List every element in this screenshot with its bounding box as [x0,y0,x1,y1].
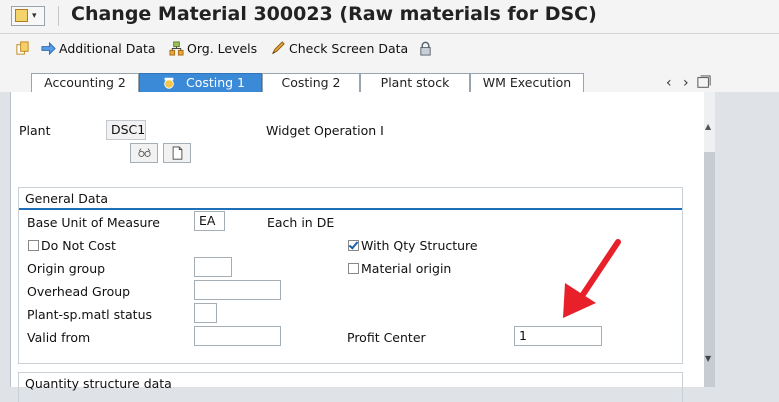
do-not-cost-label: Do Not Cost [41,238,116,253]
profit-center-field[interactable]: 1 [514,326,602,346]
costing-icon [164,77,174,89]
base-unit-description: Each in DE [267,215,335,230]
content-area: Plant DSC1 Widget Operation I General Da… [10,92,715,402]
chevron-down-icon: ▾ [32,11,37,21]
overhead-group-label: Overhead Group [27,284,131,299]
tab-plant-stock[interactable]: Plant stock [360,73,470,92]
quantity-structure-title: Quantity structure data [25,376,172,391]
valid-from-label: Valid from [27,330,91,345]
plant-label: Plant [19,123,51,138]
do-not-cost-checkbox[interactable] [28,240,39,251]
tab-list-icon[interactable] [697,75,711,89]
material-origin-label: Material origin [361,261,452,276]
check-edit-icon [271,40,285,54]
plant-field: DSC1 [106,120,146,140]
additional-data-label: Additional Data [59,40,156,56]
org-levels-button[interactable]: Org. Levels [169,39,257,57]
copy-doc-icon [16,40,29,55]
plant-description: Widget Operation I [266,123,384,138]
menu-button[interactable]: ▾ [11,6,45,26]
chevron-right-icon[interactable]: › [683,75,689,91]
additional-data-button[interactable]: Additional Data [41,39,156,57]
tab-accounting-2[interactable]: Accounting 2 [31,73,139,92]
overhead-group-field[interactable] [194,280,281,300]
with-qty-structure-label: With Qty Structure [361,238,478,253]
org-levels-label: Org. Levels [187,40,258,56]
separator [58,6,59,26]
vertical-scrollbar[interactable]: ▲ ▼ [704,92,715,387]
group-divider [19,208,682,210]
new-entry-button[interactable] [163,143,191,163]
lock-icon [420,41,431,56]
material-origin-checkbox[interactable] [348,263,359,274]
quantity-structure-group: Quantity structure data [18,372,683,402]
other-material-button[interactable] [15,39,30,57]
document-icon [172,146,183,160]
with-qty-structure-checkbox[interactable] [348,240,359,251]
general-data-group: General Data Base Unit of Measure EA Eac… [18,187,683,364]
page-title: Change Material 300023 (Raw materials fo… [71,3,597,25]
tab-label: Plant stock [380,75,450,90]
arrow-right-icon [41,41,56,55]
plant-sp-status-label: Plant-sp.matl status [27,307,153,322]
lock-button[interactable] [418,39,433,57]
tab-wm-execution[interactable]: WM Execution [470,73,584,92]
check-screen-data-label: Check Screen Data [289,40,409,56]
display-org-button[interactable] [130,143,158,163]
tab-costing-1[interactable]: Costing 1 [139,73,262,92]
general-data-title: General Data [25,191,109,206]
scroll-down-icon[interactable]: ▼ [705,354,711,363]
tab-strip: Accounting 2 Costing 1 Costing 2 Plant s… [0,62,779,92]
title-bar: ▾ Change Material 300023 (Raw materials … [0,0,779,34]
tab-costing-2[interactable]: Costing 2 [262,73,360,92]
origin-group-label: Origin group [27,261,106,276]
tab-label: WM Execution [482,75,572,90]
scrollbar-thumb[interactable] [704,152,715,387]
base-unit-field[interactable]: EA [194,211,225,231]
check-screen-data-button[interactable]: Check Screen Data [271,39,408,57]
tab-label: Costing 2 [281,75,341,90]
application-toolbar: Additional Data Org. Levels Check Screen… [0,34,779,62]
menu-icon [15,9,28,22]
base-unit-label: Base Unit of Measure [27,215,160,230]
glasses-icon [138,148,151,157]
origin-group-field[interactable] [194,257,232,277]
valid-from-field[interactable] [194,326,281,346]
hierarchy-icon [169,40,184,56]
chevron-left-icon[interactable]: ‹ [666,75,672,91]
profit-center-label: Profit Center [347,330,426,345]
tab-label: Costing 1 [185,75,246,90]
scroll-up-icon[interactable]: ▲ [705,122,711,131]
tab-label: Accounting 2 [44,75,126,90]
plant-sp-status-field[interactable] [194,303,217,323]
